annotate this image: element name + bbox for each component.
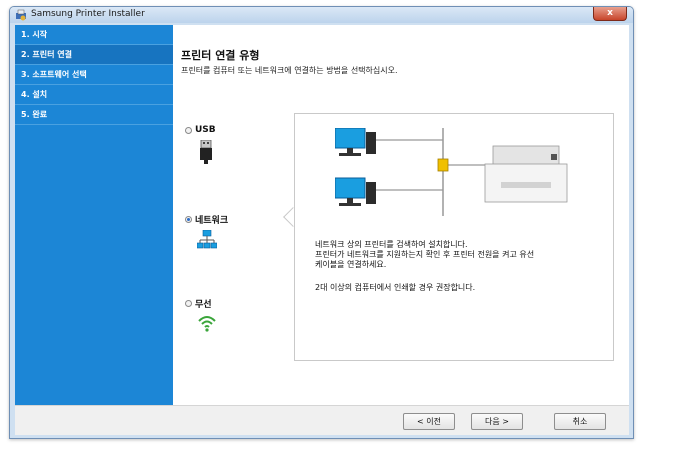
step-sidebar: 1. 시작 2. 프린터 연결 3. 소프트웨어 선택 4. 설치 5. 완료 (15, 25, 173, 405)
network-label: 네트워크 (195, 216, 229, 226)
main-panel: 프린터 연결 유형 프린터를 컴퓨터 또는 네트워크에 연결하는 방법을 선택하… (173, 25, 629, 405)
usb-option[interactable]: USB (185, 125, 216, 136)
usb-radio[interactable] (185, 126, 192, 134)
close-button[interactable]: x (593, 7, 627, 21)
button-bar: < 이전 다음 > 취소 (15, 405, 629, 435)
sidebar-item-printer-connection: 2. 프린터 연결 (15, 45, 173, 65)
sidebar-item-software-selection: 3. 소프트웨어 선택 (15, 65, 173, 85)
sidebar-item-complete: 5. 완료 (15, 105, 173, 125)
description-line-2: 프린터가 네트워크를 지원하는지 확인 후 프린터 전원을 켜고 유선 (315, 250, 535, 259)
usb-label: USB (195, 125, 216, 135)
next-button[interactable]: 다음 > (471, 413, 523, 430)
wireless-radio[interactable] (185, 300, 192, 307)
description-line-3: 케이블을 연결하세요. (315, 260, 387, 269)
title-bar[interactable]: Samsung Printer Installer x (10, 7, 633, 23)
window-title: Samsung Printer Installer (31, 9, 145, 19)
page-subtitle: 프린터를 컴퓨터 또는 네트워크에 연결하는 방법을 선택하십시오. (181, 66, 398, 75)
network-icon (197, 230, 217, 249)
network-option[interactable]: 네트워크 (185, 213, 228, 226)
page-title: 프린터 연결 유형 (181, 49, 260, 62)
network-radio[interactable] (185, 216, 192, 223)
sidebar-item-start: 1. 시작 (15, 25, 173, 45)
description-line-1: 네트워크 상의 프린터를 검색하여 설치합니다. (315, 240, 468, 249)
installer-app-icon (16, 9, 26, 21)
network-hub-icon (437, 158, 449, 172)
installer-window: Samsung Printer Installer x 1. 시작 2. 프린터… (9, 6, 634, 439)
cancel-button[interactable]: 취소 (554, 413, 606, 430)
usb-icon (200, 140, 212, 164)
back-button[interactable]: < 이전 (403, 413, 455, 430)
wifi-icon (198, 316, 216, 332)
printer-icon (484, 145, 568, 203)
wireless-label: 무선 (195, 300, 212, 310)
description-line-4: 2대 이상의 컴퓨터에서 인쇄할 경우 권장합니다. (315, 283, 476, 292)
network-diagram-illustration (335, 128, 568, 216)
computer-icon (335, 177, 376, 206)
sidebar-item-install: 4. 설치 (15, 85, 173, 105)
computer-icon (335, 128, 376, 156)
connection-detail-panel: 네트워크 상의 프린터를 검색하여 설치합니다. 프린터가 네트워크를 지원하는… (294, 113, 614, 361)
wireless-option[interactable]: 무선 (185, 297, 212, 310)
